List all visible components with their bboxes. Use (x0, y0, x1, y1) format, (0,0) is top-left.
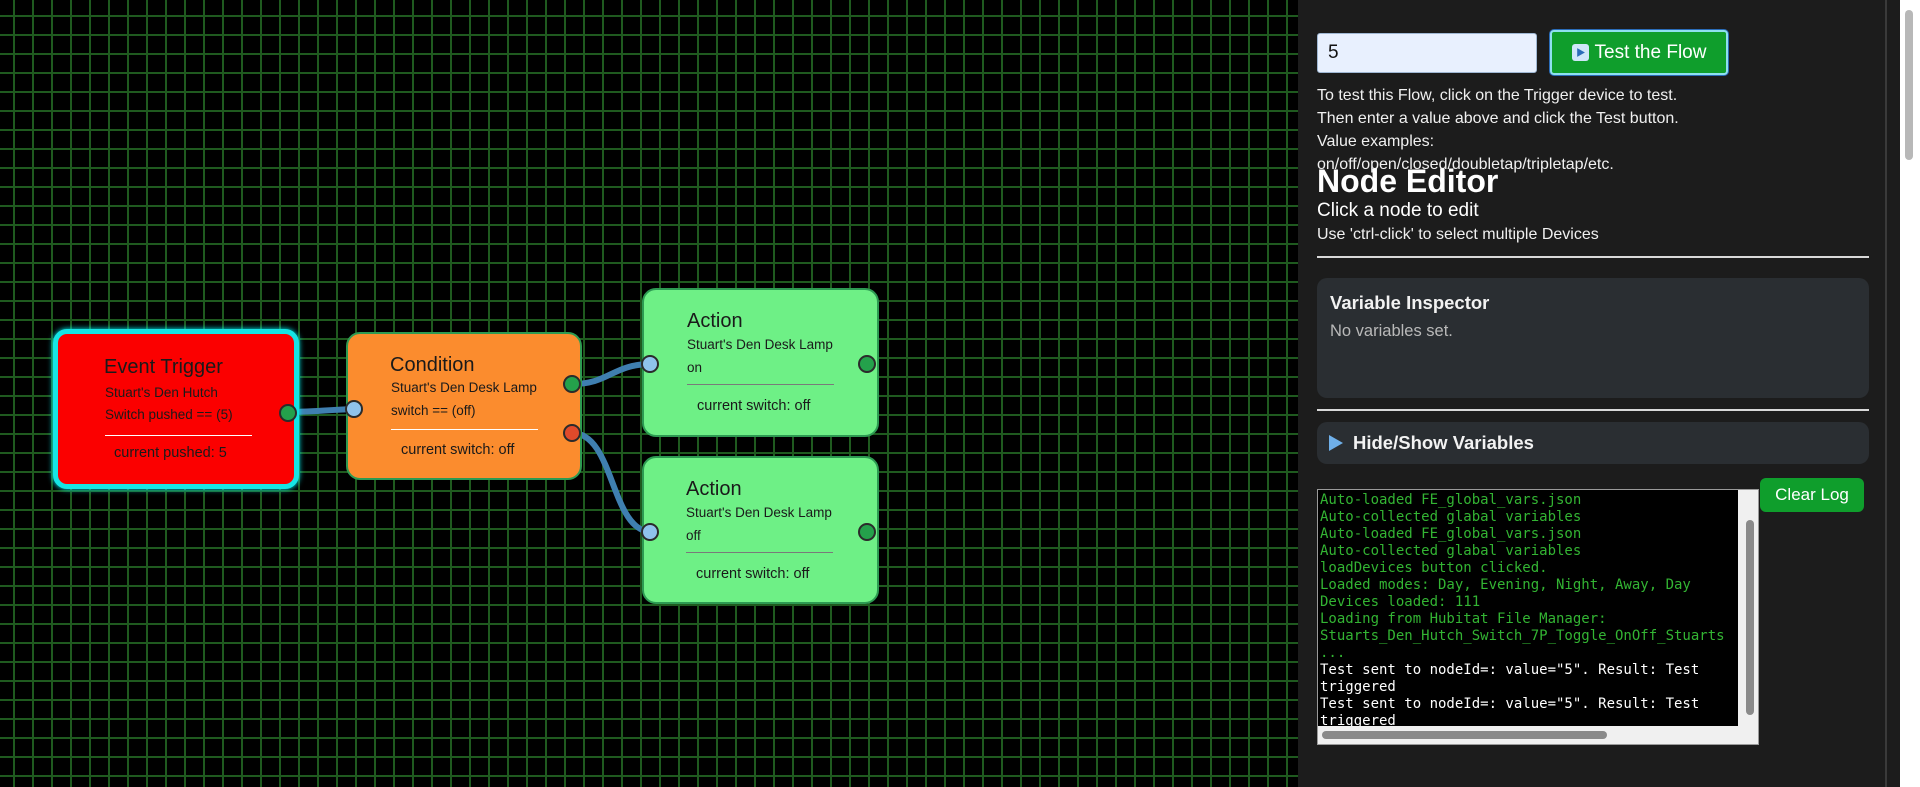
node-action-on[interactable]: Action Stuart's Den Desk Lamp on current… (641, 288, 879, 437)
node-separator (686, 552, 833, 553)
disclosure-triangle-icon (1329, 435, 1343, 451)
node-status: current switch: off (696, 566, 810, 582)
node-action-text: off (686, 528, 701, 543)
scroll-thumb[interactable] (1905, 10, 1913, 160)
log-line: Devices loaded: 111 (1320, 594, 1481, 610)
node-action-text: on (687, 360, 703, 375)
node-status: current switch: off (697, 398, 811, 414)
log-horizontal-scrollbar[interactable] (1318, 726, 1758, 744)
input-port[interactable] (641, 523, 659, 541)
node-device: Stuart's Den Hutch (105, 385, 218, 400)
hide-show-variables-label: Hide/Show Variables (1353, 432, 1534, 453)
node-separator (391, 429, 538, 430)
log-line: Auto-collected glabal variables (1320, 543, 1582, 559)
test-flow-label: Test the Flow (1594, 41, 1707, 63)
connection-condition-action-on[interactable] (571, 361, 653, 387)
node-separator (687, 384, 834, 385)
node-title: Condition (390, 354, 475, 376)
output-port[interactable] (279, 404, 297, 422)
node-event-trigger[interactable]: Event Trigger Stuart's Den Hutch Switch … (53, 329, 299, 489)
node-action-off[interactable]: Action Stuart's Den Desk Lamp off curren… (641, 456, 879, 604)
log-line: Loading from Hubitat File Manager: (1320, 611, 1607, 627)
variable-inspector-empty: No variables set. (1330, 322, 1453, 340)
log-line: Loaded modes: Day, Evening, Night, Away,… (1320, 577, 1691, 593)
variable-inspector: Variable Inspector No variables set. (1317, 278, 1869, 398)
false-output-port[interactable] (563, 424, 581, 442)
node-condition-text: switch == (off) (391, 403, 476, 418)
node-editor-title: Node Editor (1317, 163, 1499, 199)
connection-condition-action-off[interactable] (571, 430, 653, 535)
node-separator (105, 435, 252, 436)
test-value-input[interactable] (1317, 33, 1537, 73)
test-flow-button[interactable]: Test the Flow (1550, 30, 1728, 75)
input-port[interactable] (641, 355, 659, 373)
node-device: Stuart's Den Desk Lamp (686, 505, 832, 520)
flow-canvas[interactable]: Event Trigger Stuart's Den Hutch Switch … (0, 0, 1298, 787)
node-device: Stuart's Den Desk Lamp (391, 380, 537, 395)
window-edge (1885, 0, 1887, 787)
node-status: current pushed: 5 (114, 445, 227, 461)
node-device: Stuart's Den Desk Lamp (687, 337, 833, 352)
log-line: triggered (1320, 713, 1396, 726)
output-port[interactable] (858, 355, 876, 373)
log-line: Test sent to nodeId=: value="5". Result:… (1320, 662, 1700, 678)
node-editor-subtitle: Click a node to edit (1317, 200, 1479, 221)
log-vertical-scrollbar[interactable] (1738, 490, 1758, 726)
log-line: Stuarts_Den_Hutch_Switch_7P_Toggle_OnOff… (1320, 628, 1725, 644)
output-port[interactable] (858, 523, 876, 541)
log-line: Auto-loaded FE_global_vars.json (1320, 492, 1582, 508)
side-panel: Test the Flow To test this Flow, click o… (1298, 0, 1900, 787)
window-scrollbar[interactable] (1900, 0, 1920, 787)
hide-show-variables-toggle[interactable]: Hide/Show Variables (1317, 422, 1869, 464)
true-output-port[interactable] (563, 375, 581, 393)
log-panel[interactable]: Auto-loaded FE_global_vars.json Auto-coll… (1317, 489, 1759, 745)
play-icon (1571, 44, 1589, 61)
log-line: ... (1320, 645, 1346, 661)
clear-log-button[interactable]: Clear Log (1760, 478, 1864, 512)
log-line: triggered (1320, 679, 1396, 695)
log-output: Auto-loaded FE_global_vars.json Auto-coll… (1318, 490, 1738, 726)
node-title: Event Trigger (104, 356, 223, 378)
log-line: loadDevices button clicked. (1320, 560, 1548, 576)
log-line: Test sent to nodeId=: value="5". Result:… (1320, 696, 1700, 712)
divider (1317, 409, 1869, 411)
node-status: current switch: off (401, 442, 515, 458)
node-condition-text: Switch pushed == (5) (105, 407, 233, 422)
node-title: Action (687, 310, 743, 332)
log-line: Auto-collected glabal variables (1320, 509, 1582, 525)
node-condition[interactable]: Condition Stuart's Den Desk Lamp switch … (345, 332, 582, 480)
scroll-thumb[interactable] (1322, 731, 1607, 739)
log-line: Auto-loaded FE_global_vars.json (1320, 526, 1582, 542)
input-port[interactable] (345, 400, 363, 418)
variable-inspector-title: Variable Inspector (1330, 292, 1490, 313)
divider (1317, 256, 1869, 258)
node-editor-hint: Use 'ctrl-click' to select multiple Devi… (1317, 226, 1599, 243)
node-title: Action (686, 478, 742, 500)
scroll-thumb[interactable] (1746, 520, 1754, 715)
